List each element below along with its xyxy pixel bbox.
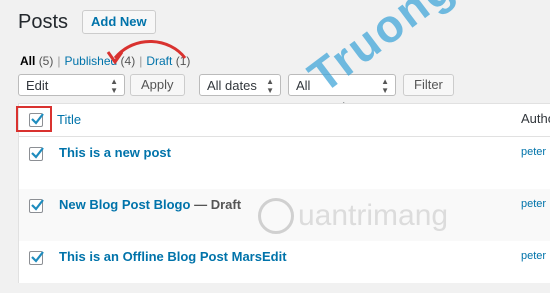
add-new-button[interactable]: Add New	[82, 10, 156, 34]
table-header: Title Author	[19, 104, 550, 137]
post-author[interactable]: peter	[521, 198, 546, 210]
page-title: Posts	[18, 10, 69, 33]
annotation-arrow-icon	[106, 40, 187, 65]
filter-all[interactable]: All (5)	[20, 54, 53, 68]
post-title-link[interactable]: New Blog Post Blogo — Draft	[59, 197, 241, 212]
column-author: Author	[521, 111, 550, 126]
checkmark-icon	[31, 199, 44, 211]
row-checkbox[interactable]	[29, 251, 44, 265]
row-checkbox[interactable]	[29, 199, 44, 213]
checkmark-icon	[31, 251, 44, 263]
post-author[interactable]: peter	[521, 146, 546, 158]
posts-table: Title Author This is a new post peter Ne…	[18, 103, 550, 283]
select-arrows-icon: ▲ ▼	[266, 77, 274, 95]
post-state: — Draft	[194, 197, 242, 212]
watermark-logo: uantrimang	[258, 198, 448, 234]
tablenav: Edit ▲▼ Apply All dates ▲▼ All Categorie…	[18, 74, 550, 115]
table-row: This is an Offline Blog Post MarsEdit pe…	[19, 241, 550, 293]
post-title-link[interactable]: This is a new post	[59, 145, 171, 160]
lightbulb-icon	[258, 198, 294, 234]
select-arrows-icon: ▲ ▼	[381, 77, 389, 95]
apply-button[interactable]: Apply	[130, 74, 185, 96]
checkmark-icon	[31, 147, 44, 159]
page-header: Posts Add New	[18, 10, 156, 34]
post-title-link[interactable]: This is an Offline Blog Post MarsEdit	[59, 249, 287, 264]
bulk-action-select[interactable]: Edit ▲ ▼	[18, 74, 125, 96]
watermark-logo-text: uantrimang	[298, 199, 449, 232]
post-author[interactable]: peter	[521, 250, 546, 262]
select-arrows-icon: ▲ ▼	[110, 77, 118, 95]
highlight-box	[16, 106, 52, 132]
filter-button[interactable]: Filter	[403, 74, 454, 96]
dates-select[interactable]: All dates ▲ ▼	[199, 74, 281, 96]
row-checkbox[interactable]	[29, 147, 44, 161]
table-row: This is a new post peter	[19, 137, 550, 189]
column-title[interactable]: Title	[57, 112, 81, 127]
